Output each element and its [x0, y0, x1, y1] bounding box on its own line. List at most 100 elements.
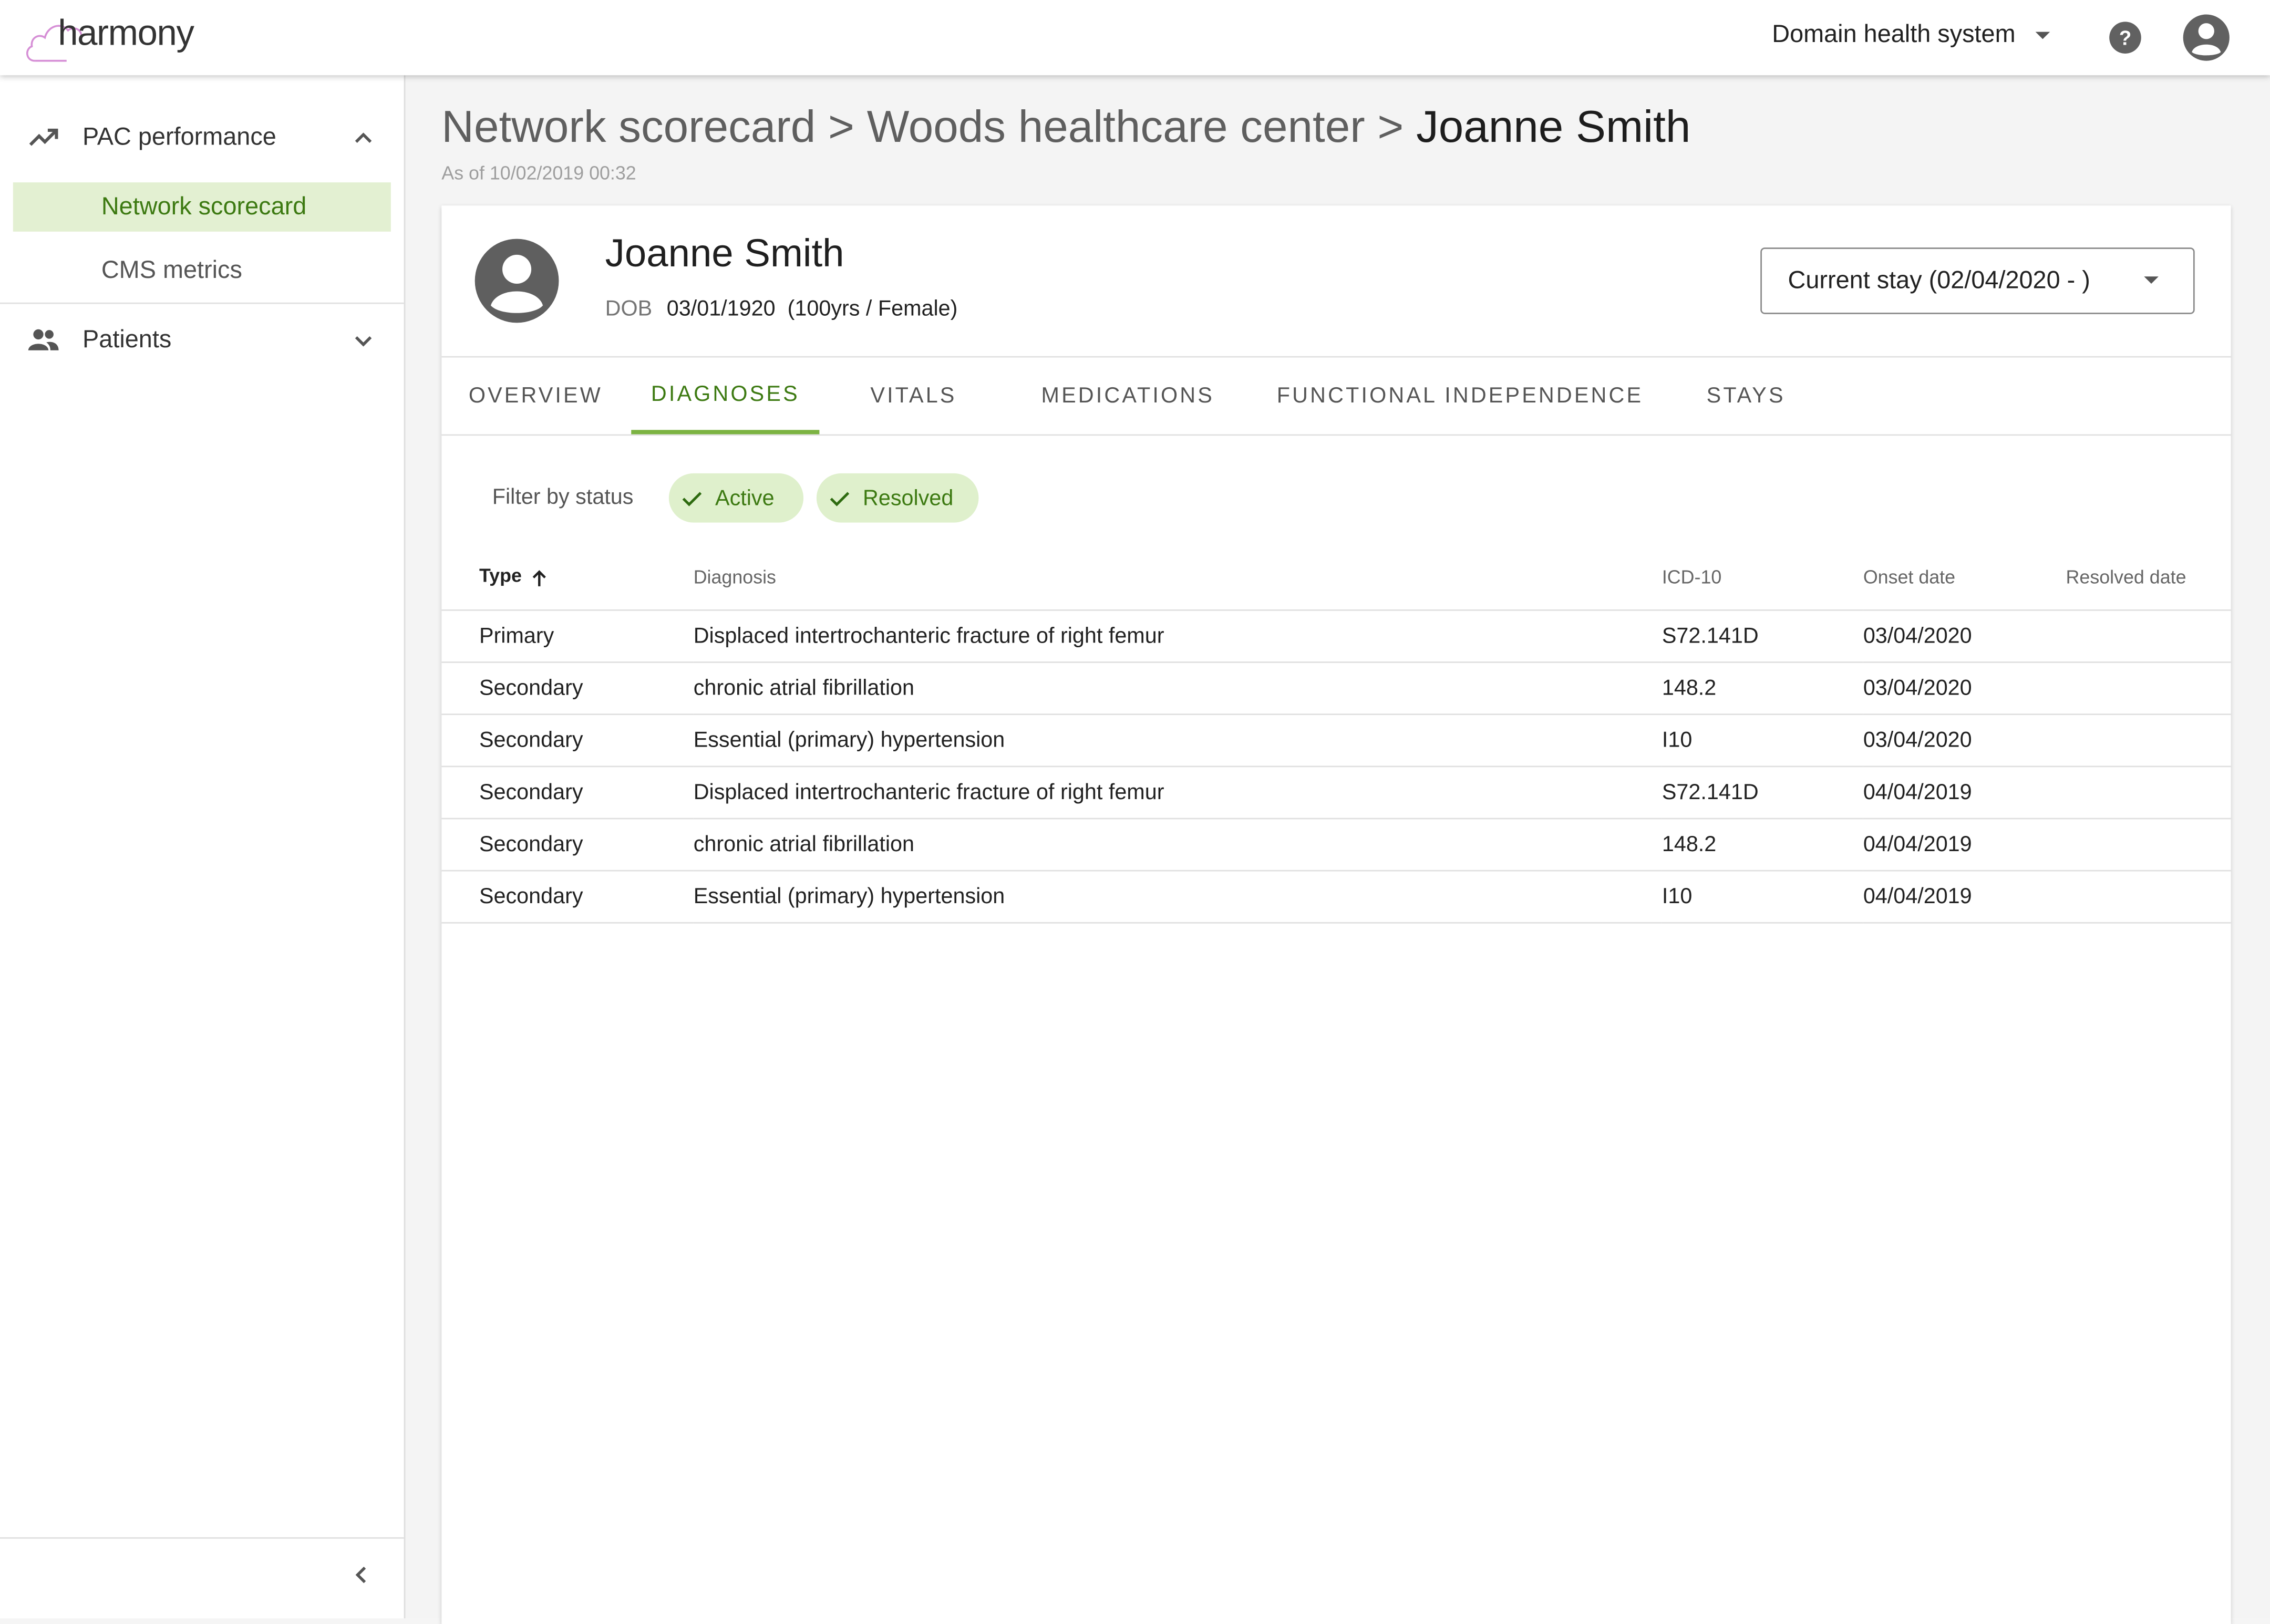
account-circle-icon[interactable]	[2182, 13, 2231, 63]
breadcrumb: Network scorecard > Woods healthcare cen…	[441, 101, 1690, 153]
cell-resolved-date	[2066, 610, 2231, 663]
age-sex-value: (100yrs / Female)	[787, 296, 958, 322]
diagnoses-table: Type Diagnosis ICD-10 Onset date Resolve…	[441, 543, 2231, 924]
tab-overview[interactable]: OVERVIEW	[441, 358, 630, 435]
sidebar-group-label: PAC performance	[82, 123, 276, 151]
cell-onset-date: 03/04/2020	[1863, 610, 2066, 663]
organization-selector[interactable]: Domain health system	[1772, 20, 2050, 49]
chevron-down-icon	[355, 336, 372, 347]
cell-resolved-date	[2066, 714, 2231, 768]
cell-onset-date: 03/04/2020	[1863, 662, 2066, 716]
dob-value: 03/01/1920	[666, 296, 776, 322]
patient-name: Joanne Smith	[605, 231, 844, 275]
column-header-onset-date[interactable]: Onset date	[1863, 543, 2066, 611]
organization-selector-label: Domain health system	[1772, 20, 2016, 48]
column-header-label: Type	[479, 565, 522, 587]
cell-onset-date: 04/04/2019	[1863, 819, 2066, 872]
cell-onset-date: 04/04/2019	[1863, 766, 2066, 820]
filter-chip-active[interactable]: Active	[668, 473, 804, 523]
column-header-resolved-date[interactable]: Resolved date	[2066, 543, 2231, 611]
cell-diagnosis: Displaced intertrochanteric fracture of …	[693, 766, 1662, 820]
chevron-up-icon	[355, 132, 372, 143]
table-header-row: Type Diagnosis ICD-10 Onset date Resolve…	[441, 543, 2231, 611]
sidebar-group-patients[interactable]: Patients	[0, 311, 404, 369]
caret-down-icon	[2036, 31, 2050, 39]
sidebar-divider	[0, 302, 404, 304]
sidebar-group-label: Patients	[82, 325, 172, 354]
cell-type: Secondary	[441, 662, 694, 716]
cell-icd10: S72.141D	[1662, 610, 1863, 663]
sidebar-item-label: Network scorecard	[101, 192, 307, 220]
svg-text:?: ?	[2119, 27, 2132, 49]
cell-onset-date: 03/04/2020	[1863, 714, 2066, 768]
arrow-up-icon	[533, 569, 546, 586]
cell-icd10: 148.2	[1662, 819, 1863, 872]
tab-functional-independence[interactable]: FUNCTIONAL INDEPENDENCE	[1267, 358, 1654, 435]
breadcrumb-link-woods-healthcare-center[interactable]: Woods healthcare center	[867, 101, 1365, 152]
patient-card: Joanne Smith DOB 03/01/1920 (100yrs / Fem…	[441, 205, 2231, 1624]
filter-chip-label: Resolved	[863, 485, 954, 511]
as-of-timestamp: As of 10/02/2019 00:32	[441, 162, 636, 184]
cell-diagnosis: Essential (primary) hypertension	[693, 714, 1662, 768]
sidebar-footer-divider	[0, 1537, 404, 1539]
tab-bar: OVERVIEW DIAGNOSES VITALS MEDICATIONS FU…	[441, 356, 2231, 436]
table-row[interactable]: Secondary chronic atrial fibrillation 14…	[441, 819, 2231, 872]
sidebar-group-pac-performance[interactable]: PAC performance	[0, 109, 404, 167]
breadcrumb-separator: >	[828, 101, 854, 152]
cell-type: Secondary	[441, 766, 694, 820]
filter-chip-resolved[interactable]: Resolved	[816, 473, 979, 523]
cell-icd10: 148.2	[1662, 662, 1863, 716]
check-icon	[830, 492, 850, 506]
sidebar-item-cms-metrics[interactable]: CMS metrics	[13, 246, 391, 295]
cell-resolved-date	[2066, 766, 2231, 820]
table-row[interactable]: Secondary Displaced intertrochanteric fr…	[441, 766, 2231, 820]
chevron-left-icon[interactable]	[347, 1560, 376, 1589]
cell-diagnosis: Essential (primary) hypertension	[693, 871, 1662, 924]
cell-icd10: I10	[1662, 714, 1863, 768]
patient-dob-line: DOB 03/01/1920 (100yrs / Female)	[605, 297, 958, 322]
stay-selector[interactable]: Current stay (02/04/2020 - )	[1760, 247, 2195, 314]
cell-diagnosis: Displaced intertrochanteric fracture of …	[693, 610, 1662, 663]
filter-chip-label: Active	[715, 485, 775, 511]
cell-icd10: S72.141D	[1662, 766, 1863, 820]
breadcrumb-link-network-scorecard[interactable]: Network scorecard	[441, 101, 816, 152]
cell-diagnosis: chronic atrial fibrillation	[693, 662, 1662, 716]
sidebar: PAC performance Network scorecard CMS me…	[0, 75, 406, 1619]
app-root: harmony Domain health system ? PAC perfo…	[0, 0, 2270, 1624]
check-icon	[682, 492, 702, 506]
column-header-diagnosis[interactable]: Diagnosis	[693, 543, 1662, 611]
top-bar: harmony Domain health system ?	[0, 0, 2270, 76]
tab-medications[interactable]: MEDICATIONS	[1022, 358, 1233, 435]
table-row[interactable]: Secondary chronic atrial fibrillation 14…	[441, 662, 2231, 716]
cell-type: Secondary	[441, 714, 694, 768]
cell-resolved-date	[2066, 819, 2231, 872]
breadcrumb-separator: >	[1377, 101, 1404, 152]
help-circle-icon[interactable]: ?	[2108, 20, 2142, 55]
dob-label: DOB	[605, 296, 653, 322]
stay-selector-value: Current stay (02/04/2020 - )	[1788, 266, 2090, 294]
tab-diagnoses[interactable]: DIAGNOSES	[631, 358, 820, 435]
table-row[interactable]: Secondary Essential (primary) hypertensi…	[441, 714, 2231, 768]
sidebar-item-label: CMS metrics	[101, 256, 242, 284]
column-header-type[interactable]: Type	[441, 543, 694, 611]
tab-vitals[interactable]: VITALS	[819, 358, 1007, 435]
people-icon	[28, 329, 59, 350]
tab-stays[interactable]: STAYS	[1681, 358, 1811, 435]
trending-up-icon	[29, 128, 58, 146]
cell-type: Secondary	[441, 819, 694, 872]
column-header-icd10[interactable]: ICD-10	[1662, 543, 1863, 611]
table-row[interactable]: Primary Displaced intertrochanteric frac…	[441, 610, 2231, 663]
cell-resolved-date	[2066, 871, 2231, 924]
logo-text[interactable]: harmony	[58, 13, 194, 55]
caret-down-icon	[2144, 276, 2159, 284]
patient-avatar-icon	[474, 239, 559, 323]
cell-icd10: I10	[1662, 871, 1863, 924]
cell-diagnosis: chronic atrial fibrillation	[693, 819, 1662, 872]
cell-resolved-date	[2066, 662, 2231, 716]
cell-onset-date: 04/04/2019	[1863, 871, 2066, 924]
cell-type: Primary	[441, 610, 694, 663]
table-row[interactable]: Secondary Essential (primary) hypertensi…	[441, 871, 2231, 924]
sidebar-item-network-scorecard[interactable]: Network scorecard	[13, 182, 391, 232]
breadcrumb-current: Joanne Smith	[1416, 101, 1691, 152]
filter-label: Filter by status	[492, 484, 634, 510]
